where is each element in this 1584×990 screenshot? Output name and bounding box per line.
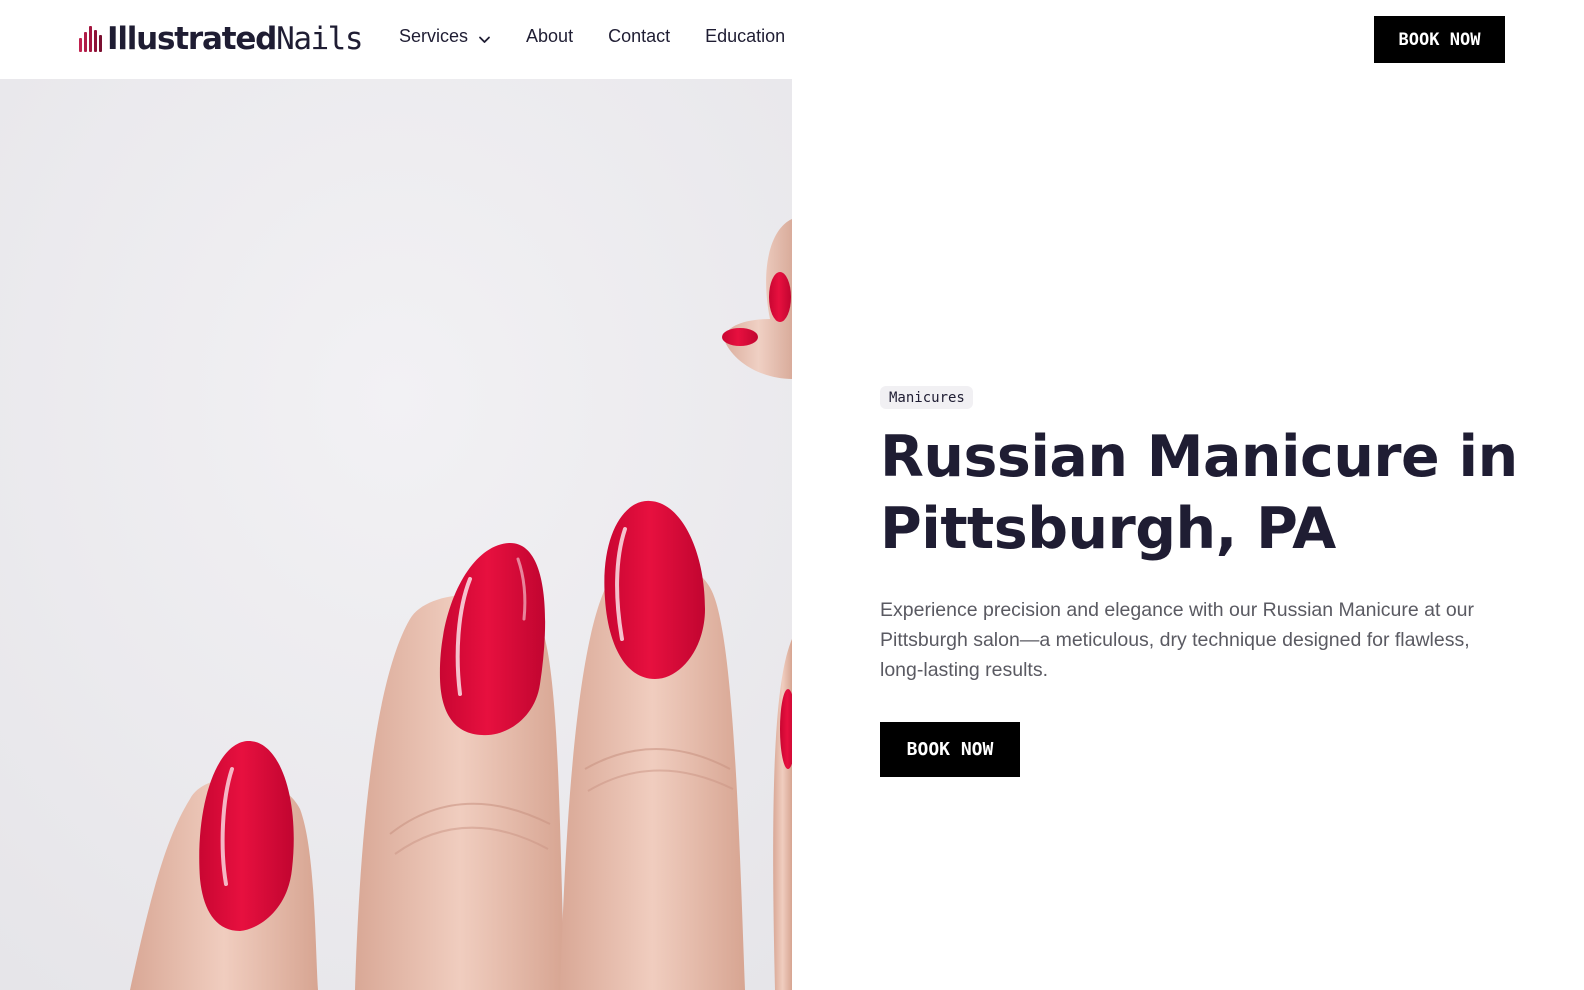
logo-bars-icon [79,26,104,52]
main-nav: Services About Contact Education [399,26,820,47]
hero-content: Manicures Russian Manicure in Pittsburgh… [880,386,1520,777]
nav-item-label: Services [399,26,469,46]
manicure-hand-illustration [0,79,792,990]
brand-name-bold: Illustrated [107,21,277,57]
site-header: Illustrated Nails Services About Contact … [0,0,1584,79]
nav-item-label: Contact [608,26,671,46]
hero-book-now-button[interactable]: BOOK NOW [880,722,1020,777]
nav-item-contact[interactable]: Contact [608,26,670,47]
brand-name-light: Nails [276,21,363,57]
hero-image [0,79,792,990]
nav-item-education[interactable]: Education [705,26,785,47]
page-title: Russian Manicure in Pittsburgh, PA [880,424,1518,562]
header-book-now-button[interactable]: BOOK NOW [1374,16,1505,63]
nav-item-label: Education [705,26,786,46]
nav-item-label: About [526,26,574,46]
nav-item-services[interactable]: Services [399,26,491,47]
nav-item-about[interactable]: About [526,26,573,47]
hero-description: Experience precision and elegance with o… [880,599,1474,681]
category-badge[interactable]: Manicures [880,386,973,409]
brand-logo[interactable]: Illustrated Nails [79,21,363,57]
chevron-down-icon [478,30,491,43]
